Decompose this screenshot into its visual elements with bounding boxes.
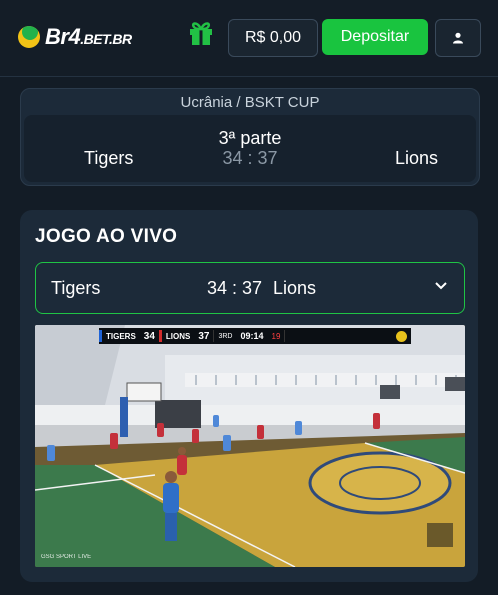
league-name: Ucrânia / BSKT CUP bbox=[180, 94, 320, 111]
overlay-away-score: 37 bbox=[198, 330, 210, 342]
video-scoreboard-overlay: TIGERS 34 LIONS 37 3RD 09:14 19 bbox=[99, 328, 411, 344]
overlay-away-code: LIONS bbox=[165, 331, 191, 341]
away-team-name: Lions bbox=[394, 148, 438, 168]
gift-icon[interactable] bbox=[187, 19, 215, 52]
user-account-button[interactable] bbox=[435, 19, 481, 57]
selector-away-team: Lions bbox=[273, 278, 317, 298]
overlay-home-score: 34 bbox=[143, 330, 155, 342]
match-card: Ucrânia / BSKT CUP 3ª parte Tigers 34 : … bbox=[20, 88, 480, 186]
brand-logo[interactable]: Br4.BET.BR bbox=[18, 24, 132, 50]
top-header: Br4.BET.BR R$ 0,00 Depositar bbox=[0, 0, 498, 77]
live-section-title: JOGO AO VIVO bbox=[35, 226, 178, 247]
match-period: 3ª parte bbox=[218, 128, 282, 148]
overlay-shot-clock: 19 bbox=[271, 331, 281, 341]
ball-logo-icon bbox=[18, 26, 40, 48]
scoreboard-panel: 3ª parte Tigers 34 : 37 Lions bbox=[24, 115, 476, 182]
balance-button[interactable]: R$ 0,00 bbox=[228, 19, 318, 57]
stream-watermark: GSG SPORT LIVE bbox=[41, 554, 92, 560]
chevron-down-icon bbox=[435, 282, 447, 290]
basketball-court-scene bbox=[35, 325, 465, 567]
live-video-player[interactable]: TIGERS 34 LIONS 37 3RD 09:14 19 GSG SPOR… bbox=[35, 325, 465, 567]
deposit-button[interactable]: Depositar bbox=[322, 19, 428, 55]
selector-score: 34 : 37 bbox=[207, 278, 263, 298]
live-game-section: JOGO AO VIVO Tigers 34 : 37 Lions TIGERS… bbox=[20, 210, 478, 582]
overlay-home-code: TIGERS bbox=[106, 331, 136, 341]
user-icon bbox=[453, 32, 463, 44]
logo-suffix-text: .BET.BR bbox=[80, 31, 132, 47]
overlay-clock: 09:14 bbox=[236, 328, 268, 344]
logo-main-text: Br4 bbox=[45, 24, 81, 49]
overlay-quarter: 3RD bbox=[218, 332, 233, 340]
selector-home-team: Tigers bbox=[51, 278, 101, 298]
live-match-selector[interactable]: Tigers 34 : 37 Lions bbox=[35, 262, 465, 314]
league-badge-icon bbox=[396, 330, 407, 342]
